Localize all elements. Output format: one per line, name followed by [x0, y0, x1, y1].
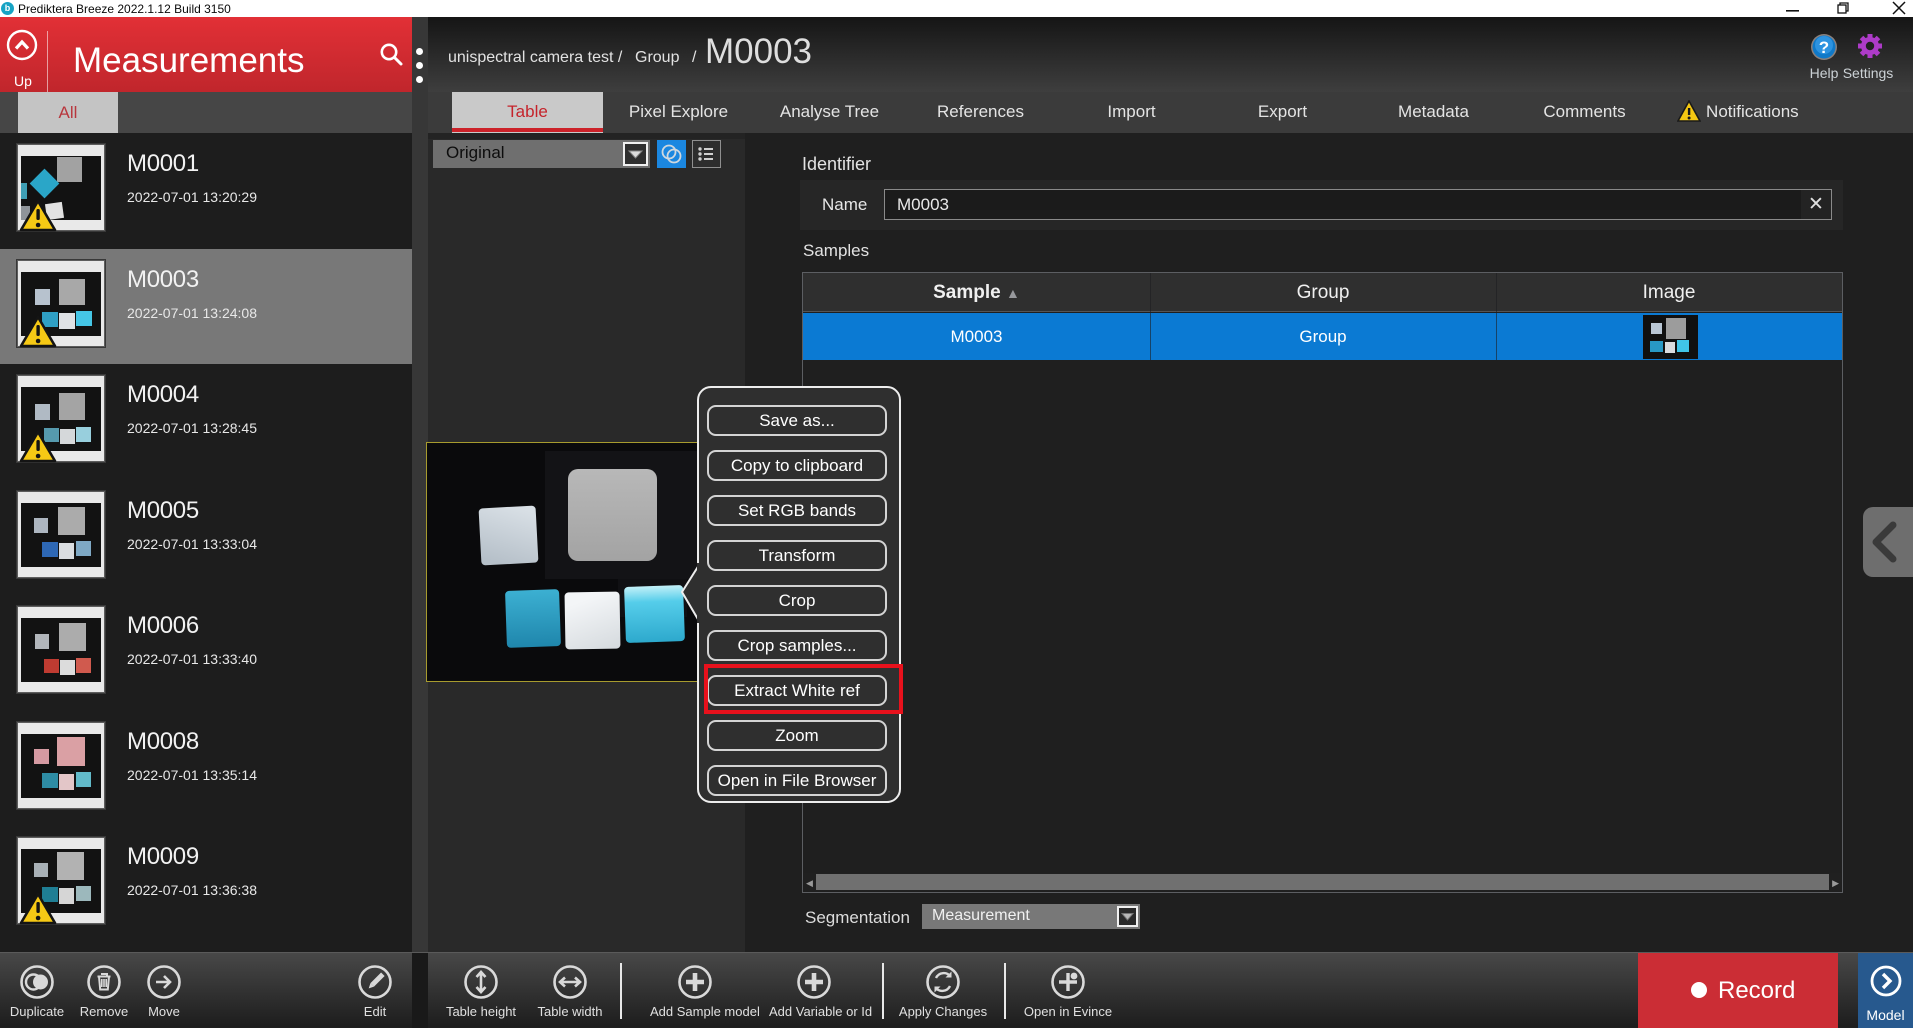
svg-text:?: ? — [1819, 38, 1829, 57]
